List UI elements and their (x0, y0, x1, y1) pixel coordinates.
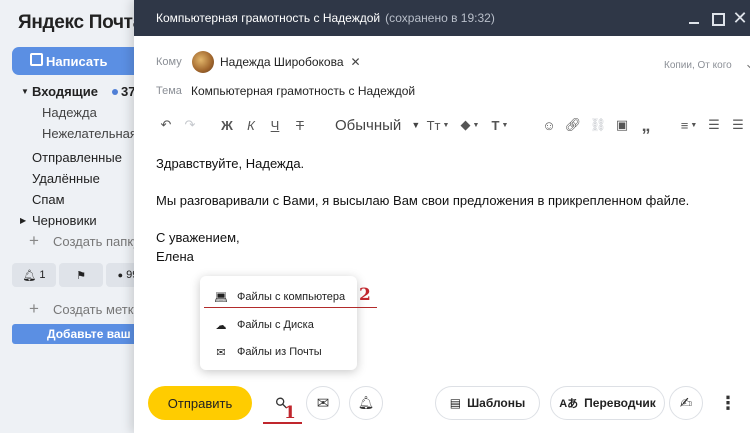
promo-button[interactable]: Добавьте ваш я (12, 324, 142, 344)
annotation-step-1: 1 (284, 403, 296, 423)
numbered-list-icon[interactable]: ☰ (728, 114, 748, 136)
copies-from-link[interactable]: Копии, От кого ⌄ (664, 56, 750, 72)
unread-dot-icon (112, 89, 118, 95)
subject-field[interactable]: Компьютерная грамотность с Надеждой (191, 84, 415, 98)
expand-arrow-icon: ▼ (21, 87, 29, 96)
attach-menu: 💻︎ Файлы с компьютера ☁ Файлы с Диска ✉ … (200, 276, 357, 370)
more-options-button[interactable]: ⋮ (711, 386, 745, 420)
translate-icon: Aあ (559, 398, 579, 410)
italic-button[interactable]: К (242, 114, 260, 136)
filter-reminders[interactable]: 🔔︎ 1 (12, 263, 56, 287)
logo: Яндекс Почта (18, 12, 143, 33)
flag-icon: ⚑ (76, 269, 86, 282)
pen-icon (30, 53, 43, 66)
saved-status: (сохранено в 19:32) (385, 11, 495, 25)
annotation-step-2: 2 (359, 285, 371, 305)
image-icon[interactable]: ▣ (612, 114, 632, 136)
reminder-button[interactable]: 🔔︎ (349, 386, 383, 420)
attach-from-mail[interactable]: ✉ Файлы из Почты (200, 339, 357, 365)
send-button[interactable]: Отправить (148, 386, 252, 420)
sidebar-item-sent[interactable]: Отправленные (32, 150, 122, 165)
cloud-icon: ☁ (215, 319, 227, 332)
create-label-link[interactable]: + Создать метку (29, 299, 140, 318)
dropdown-caret-icon: ▼ (411, 120, 421, 130)
text-color-select[interactable]: ◆ ▼ (456, 114, 484, 136)
sidebar-item-spam[interactable]: Спам (32, 192, 65, 207)
bell-icon: 🔔︎ (357, 395, 375, 410)
body-line-regards[interactable]: С уважением, (156, 230, 240, 245)
compose-window: Компьютерная грамотность с Надеждой (сох… (134, 0, 750, 433)
recipient-chip[interactable]: Надежда Широбокова ✕ (192, 51, 361, 73)
compose-titlebar: Компьютерная грамотность с Надеждой (сох… (134, 0, 750, 36)
remove-recipient-icon[interactable]: ✕ (351, 55, 361, 69)
maximize-icon[interactable] (709, 10, 725, 26)
emoji-icon[interactable]: ☺ (539, 114, 559, 136)
signature-button[interactable]: ✍ (669, 386, 703, 420)
align-select[interactable]: ≡ ▼ (677, 114, 701, 136)
bell-icon: 🔔︎ (22, 269, 37, 282)
to-label: Кому (156, 56, 182, 68)
attach-from-disk[interactable]: ☁ Файлы с Диска (200, 312, 357, 338)
collapsed-arrow-icon: ▶ (20, 216, 27, 225)
laptop-icon: 💻︎ (214, 291, 228, 304)
sidebar-item-deleted[interactable]: Удалённые (32, 171, 100, 186)
filter-flagged[interactable]: ⚑ (59, 263, 103, 287)
sidebar-item-inbox[interactable]: ▼ Входящие (21, 84, 98, 99)
subject-label: Тема (156, 85, 182, 97)
avatar (192, 51, 214, 73)
template-doc-icon: ▤ (449, 396, 462, 410)
font-select[interactable]: T ▼ (486, 114, 514, 136)
sidebar-item-drafts[interactable]: ▶ Черновики (20, 213, 97, 228)
color-drop-icon: ◆ (460, 117, 471, 132)
dot-icon: ● (117, 270, 124, 280)
envelope-icon: ✉ (216, 346, 226, 359)
dropdown-caret-icon: ▼ (442, 121, 450, 129)
sidebar-item-spam-filter[interactable]: Нежелательная п (42, 126, 148, 141)
bold-button[interactable]: Ж (218, 114, 236, 136)
write-button-label: Написать (46, 53, 108, 69)
recipient-name: Надежда Широбокова (220, 55, 344, 69)
font-size-select[interactable]: Тт ▼ (424, 114, 452, 136)
minimize-icon[interactable] (686, 10, 702, 26)
create-folder-link[interactable]: + Создать папку (29, 231, 140, 250)
bulleted-list-icon[interactable]: ☰ (704, 114, 724, 136)
formatting-toolbar: ↶ ↷ Ж К Ч Т Обычный ▼ Тт ▼ ◆ ▼ T ▼ ☺ 🔗︎ … (154, 114, 750, 136)
annotation-underline (263, 422, 302, 424)
redo-icon[interactable]: ↷ (180, 114, 200, 136)
close-icon[interactable]: ✕ (732, 9, 748, 27)
align-icon: ≡ (680, 117, 689, 133)
mail-sidebar: Яндекс Почта Написать ▼ Входящие 37 Наде… (0, 0, 150, 433)
font-t-icon: T (491, 117, 500, 133)
translator-button[interactable]: Aあ Переводчик (550, 386, 665, 420)
filter-row: 🔔︎ 1 ⚑ ● 99 (12, 263, 150, 287)
dropdown-caret-icon: ▼ (690, 121, 698, 129)
delayed-send-button[interactable]: ✉ (306, 386, 340, 420)
body-line-message[interactable]: Мы разговаривали с Вами, я высылаю Вам с… (156, 193, 689, 208)
strikethrough-button[interactable]: Т (291, 114, 309, 136)
expand-chevron-icon: ⌄ (744, 56, 750, 71)
plus-icon: + (29, 299, 39, 318)
compose-title: Компьютерная грамотность с Надеждой (156, 11, 381, 25)
body-line-signature[interactable]: Елена (156, 249, 194, 264)
dropdown-caret-icon: ▼ (501, 121, 509, 129)
templates-button[interactable]: ▤ Шаблоны (435, 386, 540, 420)
sidebar-item-nadezhda[interactable]: Надежда (42, 105, 97, 120)
more-vertical-icon: ⋮ (719, 392, 737, 413)
unlink-icon[interactable]: ⛓ (588, 114, 608, 136)
dropdown-caret-icon: ▼ (472, 121, 480, 129)
envelope-clock-icon: ✉ (316, 395, 330, 412)
paragraph-style-select[interactable]: Обычный ▼ (335, 114, 420, 136)
underline-button[interactable]: Ч (266, 114, 284, 136)
body-line-greeting[interactable]: Здравствуйте, Надежда. (156, 156, 304, 171)
link-icon[interactable]: 🔗︎ (563, 114, 583, 136)
annotation-underline (204, 307, 377, 308)
plus-icon: + (29, 231, 39, 250)
write-button[interactable]: Написать (12, 47, 142, 75)
signature-icon: ✍ (679, 395, 693, 412)
undo-icon[interactable]: ↶ (156, 114, 176, 136)
quote-icon[interactable]: „ (636, 114, 656, 136)
